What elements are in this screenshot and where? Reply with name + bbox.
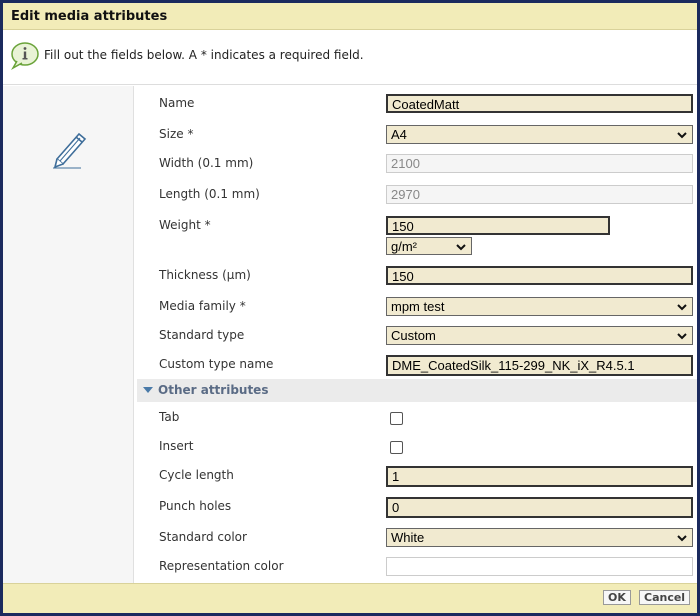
width-input: 2100 bbox=[386, 154, 693, 173]
thickness-label: Thickness (µm) bbox=[159, 268, 251, 282]
standard-type-label: Standard type bbox=[159, 328, 245, 342]
size-select[interactable]: A4 bbox=[386, 125, 693, 144]
custom-type-name-input[interactable]: DME_CoatedSilk_115-299_NK_iX_R4.5.1 bbox=[386, 355, 693, 376]
media-family-label: Media family * bbox=[159, 299, 246, 313]
standard-color-label: Standard color bbox=[159, 530, 247, 544]
standard-type-select[interactable]: Custom bbox=[386, 326, 693, 345]
width-label: Width (0.1 mm) bbox=[159, 156, 254, 170]
cancel-button[interactable]: Cancel bbox=[639, 590, 691, 605]
punch-holes-label: Punch holes bbox=[159, 499, 232, 513]
info-text: Fill out the fields below. A * indicates… bbox=[44, 48, 364, 62]
tab-checkbox[interactable] bbox=[390, 412, 403, 425]
pencil-icon bbox=[53, 132, 87, 169]
ok-button[interactable]: OK bbox=[603, 590, 631, 605]
media-family-value: mpm test bbox=[391, 299, 445, 314]
standard-color-select[interactable]: White bbox=[386, 528, 693, 547]
weight-unit-value: g/m² bbox=[391, 239, 417, 254]
standard-color-value: White bbox=[391, 530, 425, 545]
punch-holes-input[interactable]: 0 bbox=[386, 497, 693, 518]
custom-type-name-label: Custom type name bbox=[159, 357, 274, 371]
chevron-down-icon bbox=[677, 535, 687, 542]
cycle-length-input[interactable]: 1 bbox=[386, 466, 693, 487]
length-label: Length (0.1 mm) bbox=[159, 187, 260, 201]
insert-checkbox[interactable] bbox=[390, 441, 403, 454]
weight-input[interactable]: 150 bbox=[386, 216, 610, 235]
chevron-down-icon bbox=[677, 333, 687, 340]
weight-label: Weight * bbox=[159, 218, 211, 232]
info-panel: Fill out the fields below. A * indicates… bbox=[3, 31, 697, 85]
name-label: Name bbox=[159, 96, 195, 110]
representation-color-label: Representation color bbox=[159, 559, 284, 573]
info-bubble-icon bbox=[11, 42, 39, 70]
title-bar: Edit media attributes bbox=[3, 3, 697, 30]
insert-label: Insert bbox=[159, 439, 194, 453]
size-label: Size * bbox=[159, 127, 194, 141]
weight-unit-select[interactable]: g/m² bbox=[386, 237, 472, 255]
size-value: A4 bbox=[391, 127, 407, 142]
name-input[interactable]: CoatedMatt bbox=[386, 94, 693, 113]
other-attributes-title: Other attributes bbox=[158, 383, 269, 397]
collapse-triangle-icon bbox=[143, 387, 153, 393]
standard-type-value: Custom bbox=[391, 328, 436, 343]
chevron-down-icon bbox=[677, 304, 687, 311]
chevron-down-icon bbox=[456, 244, 466, 251]
representation-color-input[interactable] bbox=[386, 557, 693, 576]
dialog-title: Edit media attributes bbox=[11, 9, 168, 24]
media-family-select[interactable]: mpm test bbox=[386, 297, 693, 316]
icon-column bbox=[3, 86, 134, 583]
thickness-input[interactable]: 150 bbox=[386, 266, 693, 285]
form-area: Name CoatedMatt Size * A4 Width (0.1 mm)… bbox=[135, 86, 697, 583]
cycle-length-label: Cycle length bbox=[159, 468, 234, 482]
edit-media-dialog: Edit media attributes Fill out the field… bbox=[3, 3, 697, 613]
tab-label: Tab bbox=[159, 410, 180, 424]
chevron-down-icon bbox=[677, 132, 687, 139]
length-input: 2970 bbox=[386, 185, 693, 204]
other-attributes-header[interactable]: Other attributes bbox=[137, 379, 697, 402]
dialog-footer: OK Cancel bbox=[3, 583, 697, 613]
